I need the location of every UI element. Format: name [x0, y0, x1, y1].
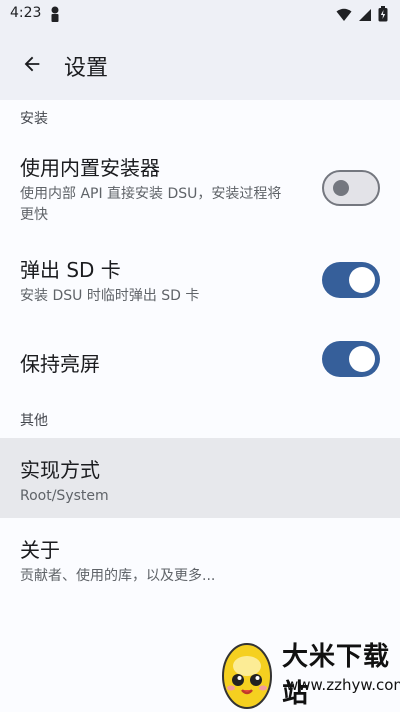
pref-title: 保持亮屏: [20, 352, 100, 376]
status-bar: 4:23: [0, 0, 400, 28]
eject-sd-switch[interactable]: [322, 262, 380, 298]
battery-icon: [378, 6, 388, 26]
signal-icon: [358, 7, 372, 26]
arrow-back-icon: [24, 56, 40, 72]
builtin-installer-switch[interactable]: [322, 170, 380, 206]
pref-builtin-installer[interactable]: 使用内置安装器 使用内部 API 直接安装 DSU，安装过程将 更快: [0, 140, 400, 236]
watermark-url: www.zzhyw.com: [286, 676, 400, 694]
switch-thumb: [349, 346, 375, 372]
pref-eject-sd[interactable]: 弹出 SD 卡 安装 DSU 时临时弹出 SD 卡: [0, 242, 400, 322]
watermark-name: 大米下载站: [282, 642, 391, 709]
status-time: 4:23: [10, 5, 42, 21]
pref-summary-line2: 更快: [20, 207, 48, 223]
mascot-logo-icon: [222, 643, 272, 709]
pref-keep-screen-on[interactable]: 保持亮屏: [0, 326, 400, 396]
top-app-bar: 设置: [0, 28, 400, 100]
pref-summary: 贡献者、使用的库，以及更多...: [20, 568, 216, 584]
pref-title: 弹出 SD 卡: [20, 258, 121, 282]
switch-thumb: [349, 267, 375, 293]
pref-title: 使用内置安装器: [20, 156, 160, 180]
keep-screen-on-switch[interactable]: [322, 341, 380, 377]
pref-title: 关于: [20, 538, 60, 562]
pref-title: 实现方式: [20, 458, 100, 482]
notification-icon: [50, 6, 60, 26]
status-icons: [336, 6, 388, 26]
page-title: 设置: [64, 56, 109, 81]
pref-summary: 安装 DSU 时临时弹出 SD 卡: [20, 288, 200, 304]
wifi-icon: [336, 7, 352, 26]
pref-about[interactable]: 关于 贡献者、使用的库，以及更多...: [0, 520, 400, 596]
pref-summary-line1: 使用内部 API 直接安装 DSU，安装过程将: [20, 186, 282, 202]
watermark: 大米下载站 www.zzhyw.com: [210, 632, 400, 712]
pref-implementation[interactable]: 实现方式 Root/System: [0, 438, 400, 518]
section-header-other: 其他: [20, 413, 48, 429]
section-header-install: 安装: [20, 111, 48, 127]
switch-thumb: [333, 180, 349, 196]
back-button[interactable]: [14, 46, 50, 82]
pref-summary: Root/System: [20, 488, 109, 504]
